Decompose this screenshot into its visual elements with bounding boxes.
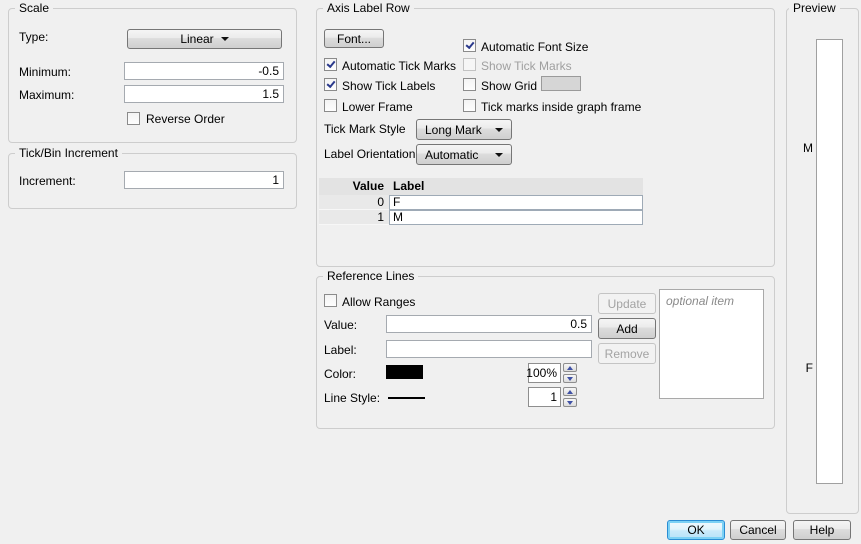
opacity-spinner-value[interactable]: 100% [526,363,561,383]
automatic-tick-marks-label: Automatic Tick Marks [342,59,457,73]
allow-ranges-label: Allow Ranges [342,295,416,309]
arrow-down-icon [567,400,573,405]
help-button[interactable]: Help [793,520,851,540]
lower-frame-checkbox[interactable] [324,99,337,112]
line-width-spinner-arrows [563,387,577,407]
cancel-button[interactable]: Cancel [730,520,786,540]
preview-group: Preview M F [786,1,859,514]
label-orientation-dropdown[interactable]: Automatic [416,144,512,165]
minimum-input[interactable] [124,62,284,80]
show-grid-checkbox[interactable] [463,78,476,91]
value-column-header: Value [319,178,389,195]
chevron-down-icon [495,128,503,132]
reverse-order-label: Reverse Order [146,112,225,126]
lower-frame-label: Lower Frame [342,100,413,114]
scale-type-value: Linear [180,32,214,46]
show-tick-marks-checkbox [463,58,476,71]
show-tick-labels-checkbox[interactable] [324,78,337,91]
ref-value-input[interactable] [386,315,592,333]
line-width-up-button[interactable] [563,387,577,396]
ok-button[interactable]: OK [667,520,725,540]
axis-label-row-group: Axis Label Row Font... Automatic Font Si… [316,1,775,267]
value-cell[interactable]: 0 [319,195,389,210]
reference-lines-group: Reference Lines Allow Ranges Value: Labe… [316,269,775,429]
scale-group: Scale Type: Linear Minimum: Maximum: Rev… [8,1,297,143]
show-tick-labels-label: Show Tick Labels [342,79,436,93]
ref-value-label: Value: [324,318,358,332]
reverse-order-checkbox[interactable] [127,112,140,125]
reference-lines-listbox[interactable]: optional item [659,289,764,399]
scale-type-dropdown-button[interactable]: Linear [127,29,282,49]
preview-title: Preview [789,1,840,15]
add-button[interactable]: Add [598,318,656,339]
tick-mark-style-label: Tick Mark Style [324,122,406,136]
scale-group-title: Scale [15,1,54,15]
label-column-header: Label [389,178,643,195]
label-cell-input[interactable]: M [389,210,643,225]
tick-bin-increment-group: Tick/Bin Increment Increment: [8,146,297,209]
ref-color-swatch[interactable] [386,365,423,379]
ref-label-input[interactable] [386,340,592,358]
automatic-font-size-checkbox[interactable] [463,39,476,52]
line-style-label: Line Style: [324,391,381,405]
arrow-down-icon [567,376,573,381]
axis-label-row-title: Axis Label Row [323,1,414,15]
table-row: 0 F [319,195,643,210]
chevron-down-icon [220,37,229,41]
tick-bin-increment-title: Tick/Bin Increment [15,146,122,160]
increment-input[interactable] [124,171,284,189]
tick-mark-style-value: Long Mark [425,122,482,137]
update-button: Update [598,293,656,314]
value-cell[interactable]: 1 [319,210,389,225]
label-orientation-value: Automatic [425,147,479,162]
type-label: Type: [19,30,49,44]
show-tick-marks-label: Show Tick Marks [481,59,572,73]
label-cell-input[interactable]: F [389,195,643,210]
automatic-tick-marks-checkbox[interactable] [324,58,337,71]
line-style-sample[interactable] [388,397,425,399]
allow-ranges-checkbox[interactable] [324,294,337,307]
maximum-input[interactable] [124,85,284,103]
ref-label-label: Label: [324,343,357,357]
label-orientation-label: Label Orientation [324,147,416,161]
opacity-up-button[interactable] [563,363,577,372]
tick-marks-inside-checkbox[interactable] [463,99,476,112]
arrow-up-icon [567,389,573,394]
reference-lines-title: Reference Lines [323,269,419,283]
maximum-label: Maximum: [19,88,75,102]
minimum-label: Minimum: [19,65,72,79]
opacity-spinner-arrows [563,363,577,383]
line-width-spinner-value[interactable]: 1 [528,387,561,407]
arrow-up-icon [567,365,573,370]
opacity-down-button[interactable] [563,374,577,383]
preview-axis-frame [816,39,843,484]
line-width-down-button[interactable] [563,398,577,407]
tick-marks-inside-label: Tick marks inside graph frame [481,100,642,114]
grid-color-swatch[interactable] [541,76,581,91]
ref-color-label: Color: [324,367,357,381]
font-button[interactable]: Font... [324,29,384,48]
chevron-down-icon [495,153,503,157]
remove-button: Remove [598,343,656,364]
tick-label-table-header: Value Label [319,178,643,195]
preview-tick-label: F [805,361,813,375]
show-grid-label: Show Grid [481,79,538,93]
automatic-font-size-label: Automatic Font Size [481,40,589,54]
tick-label-table: Value Label 0 F 1 M [319,178,643,225]
increment-label: Increment: [19,174,76,188]
table-row: 1 M [319,210,643,225]
tick-mark-style-dropdown[interactable]: Long Mark [416,119,512,140]
preview-tick-label: M [803,141,813,155]
